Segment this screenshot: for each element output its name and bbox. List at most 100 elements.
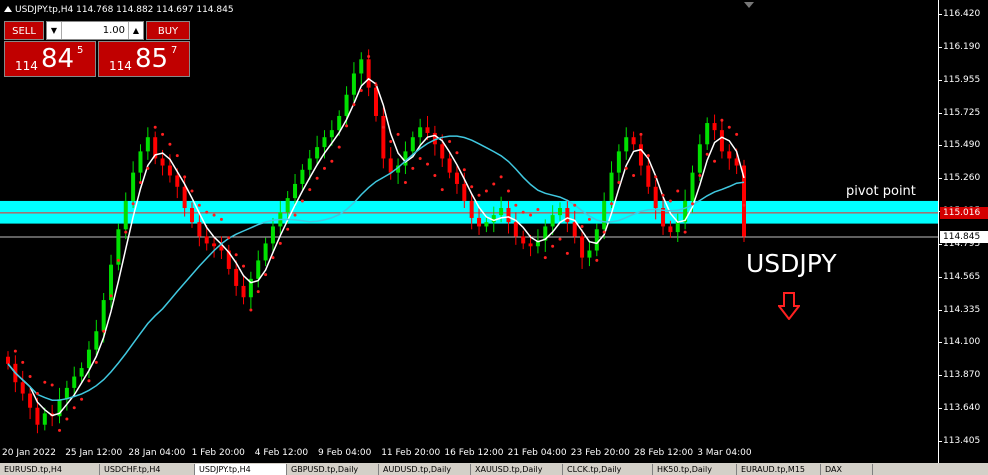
sar-dot (455, 151, 459, 155)
candle-body (123, 200, 128, 230)
sell-price-pip: 5 (77, 45, 84, 56)
candle-body (344, 94, 349, 116)
price-tick-mark (939, 145, 942, 147)
sar-dot (506, 189, 510, 193)
price-tick-label: 115.260 (943, 173, 981, 184)
sar-dot (219, 217, 223, 221)
candle-body (580, 236, 585, 258)
time-tick-label: 25 Jan 12:00 (65, 448, 123, 458)
sar-dot (161, 132, 165, 136)
price-tick-label: 115.955 (943, 74, 981, 85)
candle-body (609, 172, 614, 201)
candle-body (462, 183, 467, 201)
candle-body (270, 226, 275, 244)
price-tick-mark (939, 178, 942, 180)
chart-tab[interactable]: XAUUSD.tp,Daily (471, 464, 563, 475)
price-tick-mark (939, 46, 942, 48)
collapse-icon[interactable] (4, 6, 12, 12)
chart-tab[interactable]: AUDUSD.tp,Daily (379, 464, 471, 475)
sar-dot (65, 417, 69, 421)
sar-dot (499, 175, 503, 179)
symbol-info: USDJPY.tp,H4 114.768 114.882 114.697 114… (4, 5, 234, 15)
sar-dot (565, 251, 569, 255)
price-tick-mark (939, 243, 942, 245)
sell-button[interactable]: SELL (4, 21, 44, 40)
sar-dot (58, 428, 62, 432)
candle-body (594, 229, 599, 251)
sar-dot (521, 210, 525, 214)
candle-body (28, 393, 33, 408)
sar-dot (87, 379, 91, 383)
time-tick-label: 3 Mar 04:00 (697, 448, 752, 458)
buy-price-pip: 7 (171, 45, 178, 56)
candle-body (638, 144, 643, 166)
chart-tab[interactable]: DAX (821, 464, 873, 475)
time-tick-label: 28 Feb 12:00 (634, 448, 694, 458)
candle-body (86, 349, 91, 369)
lot-increase-button[interactable]: ▲ (128, 22, 143, 39)
pivot-point-label: pivot point (846, 184, 916, 199)
price-tick-mark (939, 112, 942, 114)
chart-tab[interactable]: USDCHF.tp,H4 (100, 464, 195, 475)
pivot-price-tag: 115.016 (940, 207, 988, 219)
lot-size-stepper[interactable]: ▼ 1.00 ▲ (46, 21, 144, 40)
sar-dot (617, 181, 621, 185)
sar-dot (573, 203, 577, 207)
candle-body (329, 130, 334, 138)
chart-tab[interactable]: CLCK.tp,Daily (563, 464, 653, 475)
price-tick-mark (939, 276, 942, 278)
chart-shift-marker[interactable] (744, 2, 754, 8)
lot-size-input[interactable]: 1.00 (63, 22, 125, 39)
candle-body (425, 127, 430, 133)
lot-decrease-button[interactable]: ▼ (47, 22, 62, 39)
buy-button[interactable]: BUY (146, 21, 190, 40)
pivot-band (0, 200, 938, 224)
chart-tab[interactable]: EURAUD.tp,M15 (737, 464, 821, 475)
sar-dot (242, 264, 246, 268)
sar-dot (536, 207, 540, 211)
sar-dot (411, 166, 415, 170)
sar-dot (102, 329, 106, 333)
price-tick-mark (939, 375, 942, 377)
price-tick-mark (939, 441, 942, 442)
candle-body (285, 198, 290, 213)
sar-dot (448, 139, 452, 143)
candle-body (42, 413, 47, 425)
candle-body (388, 158, 393, 173)
sar-dot (676, 189, 680, 193)
time-tick-label: 4 Feb 12:00 (254, 448, 309, 458)
chart-area[interactable]: USDJPY.tp,H4 114.768 114.882 114.697 114… (0, 0, 938, 463)
time-tick-label: 9 Feb 04:00 (318, 448, 372, 458)
chart-tab[interactable]: USDJPY.tp,H4 (195, 464, 287, 475)
sar-dot (43, 380, 47, 384)
sar-dot (720, 118, 724, 122)
candle-body (499, 208, 504, 216)
sar-dot (477, 193, 481, 197)
candle-body (565, 208, 570, 223)
candle-body (521, 236, 526, 244)
candle-body (94, 331, 99, 350)
candle-body (351, 73, 356, 95)
sar-dot (632, 173, 636, 177)
sar-dot (227, 236, 231, 240)
chart-tab[interactable]: EURUSD.tp,H4 (0, 464, 100, 475)
candle-body (513, 222, 518, 237)
sar-dot (131, 202, 135, 206)
candle-body (366, 59, 371, 88)
candle-body (712, 123, 717, 131)
buy-price-box[interactable]: 114 85 7 (98, 41, 190, 77)
chart-tab[interactable]: GBPUSD.tp,Daily (287, 464, 379, 475)
current-price-tag: 114.845 (940, 231, 988, 243)
chart-tab[interactable]: HK50.tp,Daily (653, 464, 737, 475)
symbol-annotation: USDJPY (746, 249, 837, 278)
price-tick-label: 115.490 (943, 140, 981, 151)
candle-body (263, 243, 268, 261)
sar-dot (337, 145, 341, 149)
candle-body (440, 144, 445, 159)
sell-price-box[interactable]: 114 84 5 (4, 41, 96, 77)
candle-body (167, 165, 172, 176)
sell-price-prefix: 114 (15, 59, 38, 73)
candle-body (403, 151, 408, 166)
candle-body (359, 59, 364, 74)
price-tick-label: 113.640 (943, 403, 981, 414)
